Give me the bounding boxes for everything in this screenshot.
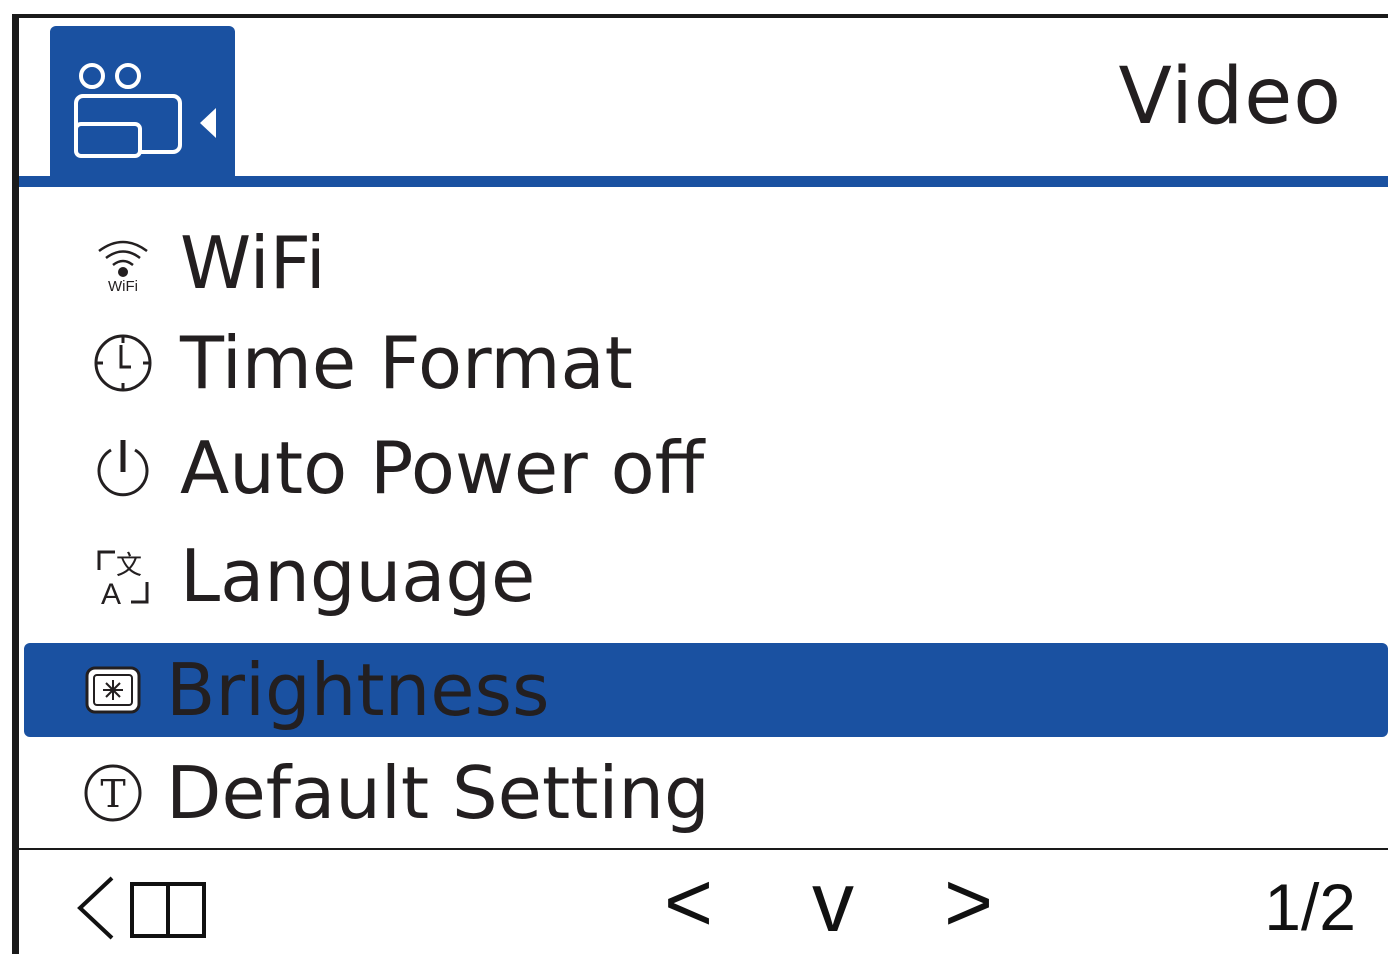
svg-text:文: 文 [116,551,142,581]
page-indicator: 1/2 [1264,870,1356,944]
menu-item-time-format[interactable]: Time Format [24,315,1388,410]
screen-frame-top [12,14,1388,18]
back-icon [77,876,206,940]
svg-text:WiFi: WiFi [108,278,138,295]
default-setting-icon: T [78,758,148,828]
svg-text:T: T [100,772,125,816]
menu-item-default-setting[interactable]: T Default Setting [24,745,1388,840]
language-icon: 文 A [88,541,158,611]
power-icon [88,433,158,503]
next-button[interactable]: > [944,860,993,944]
video-camera-icon [74,63,216,158]
menu-item-auto-power-off[interactable]: Auto Power off [24,420,1388,515]
brightness-icon [78,655,148,725]
back-button[interactable] [72,874,212,948]
clock-icon [88,328,158,398]
footer-divider [19,848,1388,850]
menu-item-wifi[interactable]: WiFi WiFi [24,215,1388,310]
settings-screen: Video WiFi WiFi Time Format Auto Power o… [0,0,1388,954]
menu-item-label: Brightness [166,648,550,732]
menu-item-label: Time Format [180,320,633,405]
menu-item-label: Language [180,533,536,618]
menu-item-label: WiFi [180,220,326,305]
menu-item-label: Auto Power off [180,425,705,510]
menu-item-brightness[interactable]: Brightness [24,643,1388,737]
page-title: Video [1118,52,1342,142]
video-mode-tab[interactable] [50,26,235,178]
menu-item-label: Default Setting [166,750,710,835]
wifi-icon: WiFi [88,228,158,298]
header-divider [19,176,1388,187]
menu-item-language[interactable]: 文 A Language [24,528,1388,623]
prev-button[interactable]: < [664,860,713,944]
screen-frame-left [12,14,19,954]
confirm-button[interactable]: v [812,860,854,944]
svg-text:A: A [101,578,121,608]
